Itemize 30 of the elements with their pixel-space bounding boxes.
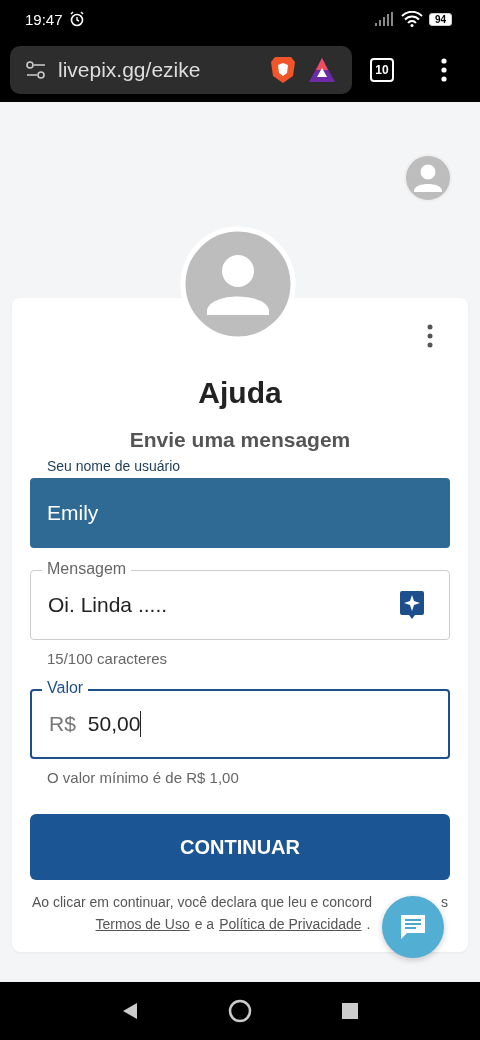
helper-text: 15/100 caracteres: [46, 649, 169, 667]
more-icon[interactable]: [440, 58, 448, 82]
chat-icon: [398, 912, 428, 942]
terms-text: Ao clicar em continuar, você declara que leu e concord: [32, 894, 373, 910]
field-label: Mensagem: [42, 560, 132, 578]
home-icon[interactable]: [228, 999, 252, 1023]
wifi-icon: [400, 11, 423, 27]
tab-count-button[interactable]: 10: [370, 58, 394, 82]
field-label: Seu nome de usuário: [47, 458, 181, 474]
alarm-icon: [68, 11, 85, 27]
username-field[interactable]: Emily: [30, 478, 450, 548]
triangle-icon[interactable]: [308, 57, 336, 83]
address-bar[interactable]: livepix.gg/ezike: [10, 46, 352, 94]
privacy-link[interactable]: Política de Privacidade: [219, 916, 362, 932]
terms-text: s: [441, 894, 448, 910]
signal-icon: [374, 12, 395, 26]
sparkle-icon[interactable]: [399, 590, 425, 620]
card-subtitle: Envie uma mensagem: [128, 428, 352, 452]
tune-icon: [26, 61, 46, 79]
terms-text: .: [366, 916, 371, 932]
terms-link[interactable]: Termos de Uso: [95, 916, 190, 932]
currency-prefix: R$: [49, 712, 76, 736]
continue-button[interactable]: CONTINUAR: [30, 814, 450, 880]
card-title: Ajuda: [197, 376, 283, 410]
clock-time: 19:47: [25, 10, 63, 28]
more-icon[interactable]: [426, 324, 434, 348]
battery-indicator: 94: [428, 12, 452, 26]
back-icon[interactable]: [122, 1002, 138, 1020]
helper-text: O valor mínimo é de R$ 1,00: [46, 768, 240, 786]
terms-text: e a: [194, 916, 215, 932]
